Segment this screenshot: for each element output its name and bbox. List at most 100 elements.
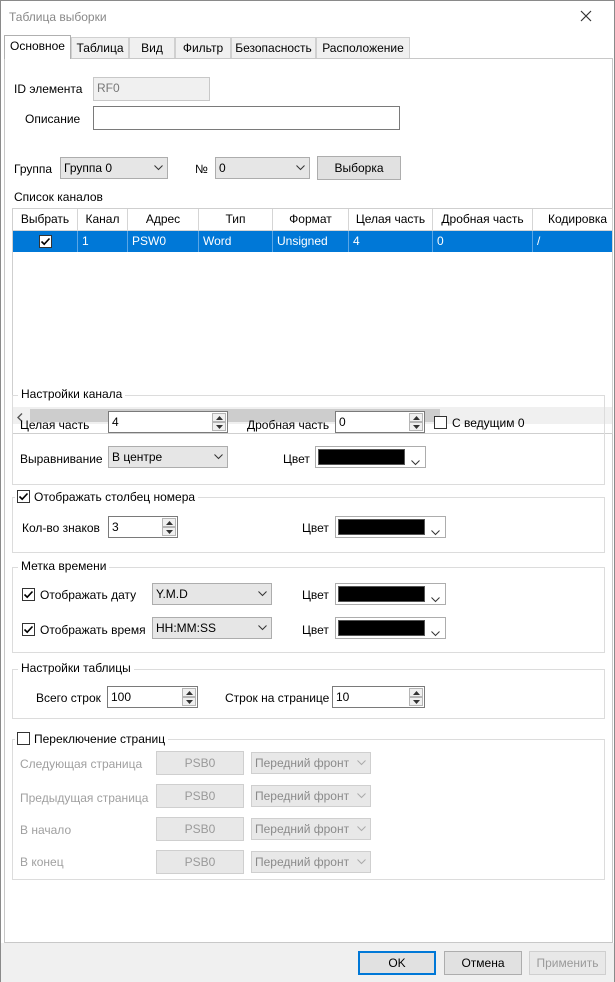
paging-next-mode-select[interactable]: Передний фронт (251, 752, 371, 774)
fraction-part-value: 0 (339, 415, 346, 429)
show-date-checkbox[interactable] (22, 588, 35, 601)
group-select[interactable]: Группа 0 (60, 157, 168, 179)
show-time-label: Отображать время (40, 623, 146, 637)
col-header-encoding[interactable]: Кодировка (533, 209, 612, 231)
chevron-down-icon (296, 165, 305, 171)
number-label: № (195, 162, 208, 176)
paging-prev-mode-select[interactable]: Передний фронт (251, 785, 371, 807)
time-color-picker[interactable] (335, 617, 446, 639)
description-label: Описание (25, 112, 81, 126)
number-column-title: Отображать столбец номера (34, 490, 196, 504)
color-swatch (338, 586, 425, 602)
row-type-cell: Word (199, 231, 273, 252)
number-column-checkbox[interactable] (17, 490, 30, 503)
row-address-cell: PSW0 (128, 231, 199, 252)
rows-per-page-value: 10 (336, 690, 350, 704)
col-header-type[interactable]: Тип (199, 209, 273, 231)
spin-up-icon[interactable] (409, 688, 423, 697)
dialog-window: Таблица выборки Основное Таблица Вид Фил… (0, 0, 615, 982)
row-select-checkbox[interactable] (39, 235, 52, 248)
paging-first-address-button[interactable]: PSB0 (156, 817, 244, 841)
fraction-part-label: Дробная часть (247, 418, 330, 432)
date-format-select[interactable]: Y.M.D (152, 583, 272, 605)
paging-header: Переключение страниц (15, 732, 169, 746)
tab-table[interactable]: Таблица (71, 37, 129, 59)
title-bar: Таблица выборки (1, 1, 614, 33)
paging-next-address-button[interactable]: PSB0 (156, 751, 244, 775)
paging-first-mode-select[interactable]: Передний фронт (251, 818, 371, 840)
row-integer-cell: 4 (349, 231, 433, 252)
apply-button[interactable]: Применить (529, 951, 606, 975)
paging-prev-address-button[interactable]: PSB0 (156, 784, 244, 808)
paging-checkbox[interactable] (17, 732, 30, 745)
tab-basic[interactable]: Основное (4, 35, 71, 59)
row-format-cell: Unsigned (273, 231, 349, 252)
time-format-select[interactable]: HH:MM:SS (152, 617, 272, 639)
date-color-picker[interactable] (335, 583, 446, 605)
spin-up-icon[interactable] (212, 413, 226, 422)
paging-last-address-button[interactable]: PSB0 (156, 850, 244, 874)
number-column-header: Отображать столбец номера (15, 490, 199, 504)
spin-down-icon[interactable] (409, 697, 423, 706)
spin-down-icon[interactable] (182, 697, 196, 706)
channel-list-title: Список каналов (14, 190, 103, 204)
ok-button[interactable]: OK (358, 951, 436, 975)
spin-up-icon[interactable] (182, 688, 196, 697)
paging-last-label: В конец (20, 855, 64, 869)
tab-security[interactable]: Безопасность (231, 37, 316, 59)
rows-per-page-stepper[interactable]: 10 (332, 686, 425, 708)
chevron-down-icon (357, 760, 366, 766)
tab-view[interactable]: Вид (129, 37, 175, 59)
leading-zero-label: С ведущим 0 (452, 416, 525, 430)
button-bar: OK Отмена Применить (1, 943, 614, 982)
group-select-value: Группа 0 (64, 161, 113, 175)
tab-filter[interactable]: Фильтр (175, 37, 231, 59)
number-color-picker[interactable] (335, 516, 446, 538)
channel-settings-group (12, 395, 605, 485)
select-button[interactable]: Выборка (317, 156, 401, 180)
leading-zero-checkbox[interactable] (434, 416, 447, 429)
col-header-address[interactable]: Адрес (128, 209, 199, 231)
tab-layout[interactable]: Расположение (316, 37, 410, 59)
date-format-value: Y.M.D (156, 587, 188, 601)
timestamp-title: Метка времени (18, 559, 110, 573)
description-input[interactable] (93, 106, 400, 130)
cancel-button[interactable]: Отмена (444, 951, 522, 975)
col-header-fraction[interactable]: Дробная часть (433, 209, 533, 231)
alignment-select[interactable]: В центре (108, 446, 228, 468)
spin-up-icon[interactable] (409, 413, 423, 422)
total-rows-stepper[interactable]: 100 (107, 686, 198, 708)
total-rows-label: Всего строк (36, 691, 101, 705)
row-channel-cell: 1 (78, 231, 128, 252)
number-select[interactable]: 0 (215, 157, 310, 179)
paging-prev-label: Предыдущая страница (20, 791, 149, 805)
row-fraction-cell: 0 (433, 231, 533, 252)
paging-last-mode-select[interactable]: Передний фронт (251, 851, 371, 873)
tab-panel-basic: ID элемента RF0 Описание Группа Группа 0… (4, 58, 613, 943)
col-header-format[interactable]: Формат (273, 209, 349, 231)
spin-down-icon[interactable] (409, 422, 423, 431)
channel-color-label: Цвет (283, 452, 310, 466)
col-header-select[interactable]: Выбрать (13, 209, 78, 231)
row-select-cell[interactable] (13, 231, 78, 252)
paging-first-label: В начало (20, 823, 72, 837)
spin-down-icon[interactable] (212, 422, 226, 431)
paging-prev-mode-value: Передний фронт (255, 789, 350, 803)
color-swatch (338, 620, 425, 636)
show-time-checkbox[interactable] (22, 623, 35, 636)
time-color-label: Цвет (302, 623, 329, 637)
spin-up-icon[interactable] (162, 518, 176, 527)
fraction-part-stepper[interactable]: 0 (335, 411, 425, 433)
col-header-channel[interactable]: Канал (78, 209, 128, 231)
alignment-select-value: В центре (112, 450, 163, 464)
paging-next-mode-value: Передний фронт (255, 756, 350, 770)
integer-part-stepper[interactable]: 4 (108, 411, 228, 433)
timestamp-group (12, 567, 605, 653)
col-header-integer[interactable]: Целая часть (349, 209, 433, 231)
chevron-down-icon (214, 454, 223, 460)
close-icon[interactable] (575, 5, 597, 27)
element-id-label: ID элемента (14, 82, 83, 96)
channel-color-picker[interactable] (315, 446, 426, 468)
spin-down-icon[interactable] (162, 527, 176, 536)
digits-stepper[interactable]: 3 (108, 516, 178, 538)
